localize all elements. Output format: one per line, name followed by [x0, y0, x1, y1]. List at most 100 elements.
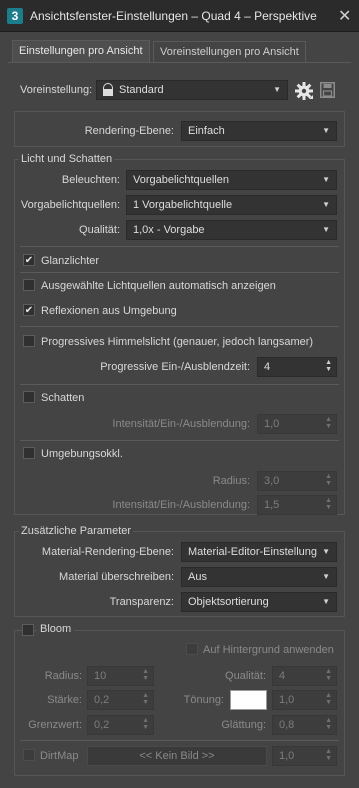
- rendering-level-dropdown[interactable]: Einfach ▼: [181, 121, 337, 141]
- ambient-occlusion-label: Umgebungsokkl.: [41, 448, 123, 460]
- fade-time-label: Progressive Ein-/Ausblendzeit:: [100, 361, 250, 373]
- rendering-level-label: Rendering-Ebene:: [84, 125, 174, 137]
- default-lights-dropdown[interactable]: 1 Vorgabelichtquelle ▼: [126, 195, 337, 215]
- bloom-tint-label: Tönung:: [183, 694, 224, 706]
- save-icon[interactable]: [320, 82, 335, 98]
- close-icon[interactable]: ✕: [338, 6, 351, 26]
- material-level-label: Material-Rendering-Ebene:: [41, 546, 174, 558]
- bloom-threshold-spinner[interactable]: 0,2 ▲ ▼: [87, 715, 154, 735]
- ao-radius-label: Radius:: [212, 475, 250, 487]
- illuminate-dropdown[interactable]: Vorgabelichtquellen ▼: [126, 170, 337, 190]
- quality-value: 1,0x - Vorgabe: [133, 224, 205, 236]
- shadows-checkbox[interactable]: [23, 391, 35, 403]
- bloom-quality-label: Qualität:: [225, 670, 266, 682]
- bloom-tint-value: 1,0: [279, 694, 295, 706]
- progressive-skylight-checkbox[interactable]: [23, 335, 35, 347]
- material-override-dropdown[interactable]: Aus ▼: [181, 567, 337, 587]
- ao-intensity-spinner[interactable]: 1,5 ▲ ▼: [257, 495, 337, 515]
- chevron-down-icon: ▼: [322, 225, 330, 234]
- extra-params-title: Zusätzliche Parameter: [19, 525, 134, 537]
- spin-arrows-icon: ▲ ▼: [325, 416, 332, 430]
- ao-intensity-value: 1,5: [264, 499, 280, 511]
- dirtmap-label: DirtMap: [40, 750, 79, 762]
- reflections-label: Reflexionen aus Umgebung: [41, 305, 177, 317]
- preset-value: Standard: [119, 84, 164, 96]
- separator: [20, 326, 339, 327]
- separator: [20, 384, 339, 385]
- quality-dropdown[interactable]: 1,0x - Vorgabe ▼: [126, 220, 337, 240]
- spin-arrows-icon: ▲ ▼: [325, 359, 332, 373]
- tint-color-swatch[interactable]: [230, 690, 267, 710]
- separator: [20, 440, 339, 441]
- rendering-level-value: Einfach: [188, 125, 225, 137]
- dirtmap-amount-value: 1,0: [279, 750, 295, 762]
- apply-background-checkbox[interactable]: [186, 643, 198, 655]
- lock-body: [103, 89, 113, 96]
- separator: [20, 272, 339, 273]
- quality-label: Qualität:: [79, 224, 120, 236]
- chevron-down-icon: ▼: [322, 175, 330, 184]
- apply-background-label: Auf Hintergrund anwenden: [203, 644, 334, 656]
- gear-icon[interactable]: [294, 81, 314, 101]
- transparency-value: Objektsortierung: [188, 596, 269, 608]
- progressive-skylight-label: Progressives Himmelslicht (genauer, jedo…: [41, 336, 314, 348]
- shadow-intensity-spinner[interactable]: 1,0 ▲ ▼: [257, 414, 337, 434]
- highlights-checkbox[interactable]: ✔: [23, 254, 35, 266]
- bloom-strength-label: Stärke:: [47, 694, 82, 706]
- illuminate-label: Beleuchten:: [61, 174, 120, 186]
- spin-arrows-icon: ▲ ▼: [325, 748, 332, 762]
- bloom-threshold-label: Grenzwert:: [28, 719, 82, 731]
- dirtmap-amount-spinner[interactable]: 1,0 ▲ ▼: [272, 746, 337, 766]
- ao-radius-spinner[interactable]: 3,0 ▲ ▼: [257, 471, 337, 491]
- light-shadow-title: Licht und Schatten: [19, 153, 115, 165]
- transparency-label: Transparenz:: [109, 596, 174, 608]
- default-lights-value: 1 Vorgabelichtquelle: [133, 199, 233, 211]
- chevron-down-icon: ▼: [322, 572, 330, 581]
- bloom-smoothing-spinner[interactable]: 0,8 ▲ ▼: [272, 715, 337, 735]
- spin-arrows-icon: ▲ ▼: [325, 497, 332, 511]
- chevron-down-icon: ▼: [322, 200, 330, 209]
- bloom-radius-spinner[interactable]: 10 ▲ ▼: [87, 666, 154, 686]
- separator: [20, 740, 339, 741]
- spin-arrows-icon: ▲ ▼: [142, 668, 149, 682]
- preset-dropdown[interactable]: Standard ▼: [96, 80, 288, 100]
- highlights-label: Glanzlichter: [41, 255, 100, 267]
- spin-arrows-icon: ▲ ▼: [325, 668, 332, 682]
- dirtmap-map-button[interactable]: << Kein Bild >>: [87, 746, 267, 766]
- bloom-tint-spinner[interactable]: 1,0 ▲ ▼: [272, 690, 337, 710]
- dirtmap-checkbox[interactable]: [23, 749, 35, 761]
- spin-arrows-icon: ▲ ▼: [325, 473, 332, 487]
- app-icon: 3: [7, 8, 23, 24]
- bloom-checkbox[interactable]: [22, 624, 34, 636]
- shadow-intensity-value: 1,0: [264, 418, 280, 430]
- bloom-strength-spinner[interactable]: 0,2 ▲ ▼: [87, 690, 154, 710]
- bloom-threshold-value: 0,2: [94, 719, 110, 731]
- chevron-down-icon: ▼: [322, 597, 330, 606]
- bloom-strength-value: 0,2: [94, 694, 110, 706]
- bloom-radius-label: Radius:: [44, 670, 82, 682]
- chevron-down-icon: ▼: [273, 85, 281, 94]
- tab-per-view-settings[interactable]: Einstellungen pro Ansicht: [12, 40, 150, 63]
- fade-time-value: 4: [264, 361, 271, 373]
- spin-arrows-icon: ▲ ▼: [142, 692, 149, 706]
- ao-intensity-label: Intensität/Ein-/Ausblendung:: [112, 499, 250, 511]
- auto-show-lights-label: Ausgewählte Lichtquellen automatisch anz…: [41, 280, 276, 292]
- bloom-label: Bloom: [37, 623, 75, 635]
- tab-per-view-presets[interactable]: Voreinstellungen pro Ansicht: [153, 41, 306, 62]
- material-override-value: Aus: [188, 571, 207, 583]
- ao-radius-value: 3,0: [264, 475, 280, 487]
- material-level-dropdown[interactable]: Material-Editor-Einstellung ▼: [181, 542, 337, 562]
- spin-arrows-icon: ▲ ▼: [325, 692, 332, 706]
- ambient-occlusion-checkbox[interactable]: [23, 447, 35, 459]
- fade-time-spinner[interactable]: 4 ▲ ▼: [257, 357, 337, 377]
- shadow-intensity-label: Intensität/Ein-/Ausblendung:: [112, 418, 250, 430]
- separator: [20, 246, 339, 247]
- bloom-quality-spinner[interactable]: 4 ▲ ▼: [272, 666, 337, 686]
- transparency-dropdown[interactable]: Objektsortierung ▼: [181, 592, 337, 612]
- material-level-value: Material-Editor-Einstellung: [188, 546, 317, 558]
- reflections-checkbox[interactable]: ✔: [23, 304, 35, 316]
- auto-show-lights-checkbox[interactable]: [23, 279, 35, 291]
- default-lights-label: Vorgabelichtquellen:: [20, 199, 120, 211]
- tab-divider: [8, 62, 351, 63]
- preset-label: Voreinstellung:: [20, 84, 93, 96]
